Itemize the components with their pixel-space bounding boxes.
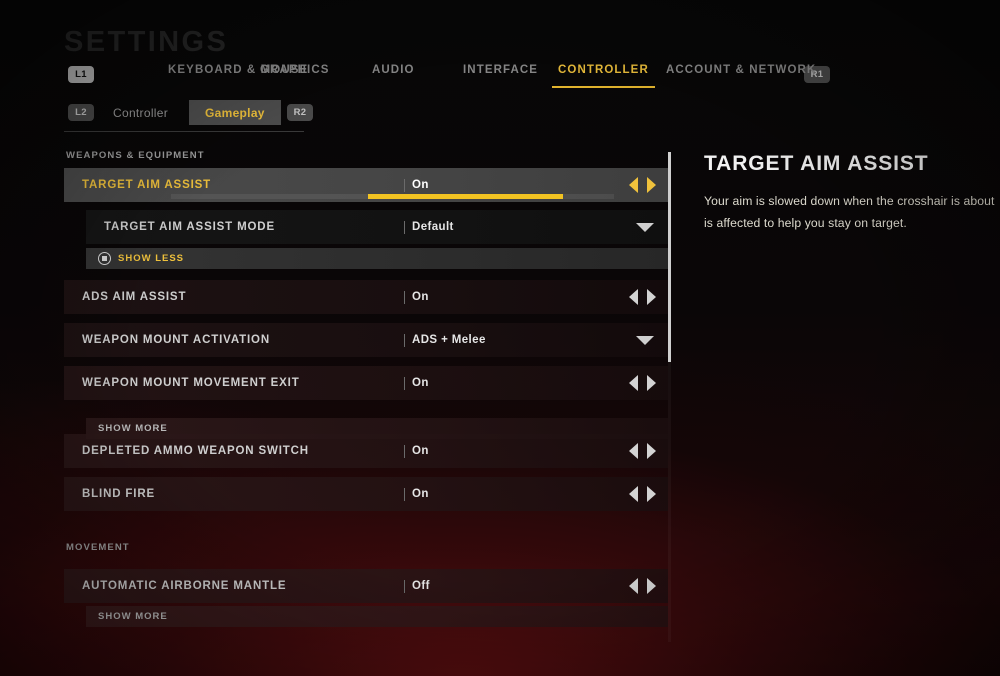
chevron-left-icon[interactable] bbox=[629, 177, 638, 193]
chevron-left-icon[interactable] bbox=[629, 375, 638, 391]
value-divider bbox=[404, 220, 405, 234]
show-less-target-aim-assist[interactable]: SHOW LESS bbox=[86, 248, 668, 269]
value-divider bbox=[404, 290, 405, 304]
setting-value: Default bbox=[412, 221, 454, 233]
page-title: SETTINGS bbox=[64, 26, 229, 58]
setting-label: TARGET AIM ASSIST bbox=[82, 179, 212, 191]
chevron-down-icon[interactable] bbox=[636, 335, 654, 345]
value-stepper bbox=[629, 486, 656, 502]
value-stepper bbox=[629, 443, 656, 459]
main-tab-controller[interactable]: CONTROLLER bbox=[552, 64, 655, 88]
chevron-right-icon[interactable] bbox=[647, 443, 656, 459]
settings-scrollbar-thumb[interactable] bbox=[668, 152, 671, 362]
settings-screen: SETTINGS L1 R1 KEYBOARD & MOUSE GRAPHICS A… bbox=[0, 0, 1000, 676]
value-stepper bbox=[629, 177, 656, 193]
setting-value-group: On bbox=[404, 280, 429, 314]
value-divider bbox=[404, 444, 405, 458]
settings-list: WEAPONS & EQUIPMENT MOVEMENT TARGET AIM AS… bbox=[64, 150, 668, 642]
sub-tab-gameplay[interactable]: Gameplay bbox=[189, 100, 281, 125]
setting-value: On bbox=[412, 445, 429, 457]
sub-tab-divider bbox=[64, 131, 304, 132]
setting-value: Off bbox=[412, 580, 430, 592]
value-divider bbox=[404, 178, 405, 192]
value-stepper bbox=[629, 578, 656, 594]
sub-tab-controller-label: Controller bbox=[113, 105, 169, 120]
setting-label: AUTOMATIC AIRBORNE MANTLE bbox=[82, 580, 287, 592]
value-divider bbox=[404, 487, 405, 501]
main-tab-audio[interactable]: AUDIO bbox=[372, 64, 415, 83]
setting-value: ADS + Melee bbox=[412, 334, 486, 346]
sub-tab-bar: L2 Controller Gameplay R2 bbox=[64, 100, 314, 126]
chevron-right-icon[interactable] bbox=[647, 177, 656, 193]
setting-label: WEAPON MOUNT ACTIVATION bbox=[82, 334, 270, 346]
setting-value-group: ADS + Melee bbox=[404, 323, 486, 357]
expander-label: SHOW MORE bbox=[98, 611, 168, 622]
chevron-down-icon[interactable] bbox=[636, 222, 654, 232]
setting-row-depleted-ammo-weapon-switch[interactable]: DEPLETED AMMO WEAPON SWITCH On bbox=[64, 434, 668, 468]
setting-row-weapon-mount-movement-exit[interactable]: WEAPON MOUNT MOVEMENT EXIT On bbox=[64, 366, 668, 400]
show-more-movement[interactable]: SHOW MORE bbox=[86, 606, 668, 627]
setting-row-ads-aim-assist[interactable]: ADS AIM ASSIST On bbox=[64, 280, 668, 314]
setting-row-target-aim-assist[interactable]: TARGET AIM ASSIST On bbox=[64, 168, 668, 202]
setting-value-group: On bbox=[404, 477, 429, 511]
value-divider bbox=[404, 579, 405, 593]
detail-description: Your aim is slowed down when the crossha… bbox=[704, 190, 1000, 234]
stop-square-glyph bbox=[102, 256, 107, 261]
value-divider bbox=[404, 376, 405, 390]
setting-value: On bbox=[412, 488, 429, 500]
setting-label: TARGET AIM ASSIST MODE bbox=[104, 221, 275, 233]
detail-panel: TARGET AIM ASSIST Your aim is slowed dow… bbox=[704, 152, 1000, 234]
value-stepper bbox=[629, 289, 656, 305]
chevron-right-icon[interactable] bbox=[647, 486, 656, 502]
chevron-right-icon[interactable] bbox=[647, 375, 656, 391]
value-divider bbox=[404, 333, 405, 347]
setting-row-target-aim-assist-mode[interactable]: TARGET AIM ASSIST MODE Default bbox=[86, 210, 668, 244]
sub-tab-controller[interactable]: Controller bbox=[113, 100, 168, 125]
setting-row-blind-fire[interactable]: BLIND FIRE On bbox=[64, 477, 668, 511]
setting-value-group: On bbox=[404, 434, 429, 468]
chevron-right-icon[interactable] bbox=[647, 289, 656, 305]
show-more-weapon-mount[interactable]: SHOW MORE bbox=[86, 418, 668, 439]
chevron-left-icon[interactable] bbox=[629, 443, 638, 459]
value-stepper bbox=[629, 375, 656, 391]
chevron-left-icon[interactable] bbox=[629, 578, 638, 594]
stop-circle-icon bbox=[98, 252, 111, 265]
chevron-right-icon[interactable] bbox=[647, 578, 656, 594]
section-header: WEAPONS & EQUIPMENT bbox=[66, 150, 205, 161]
detail-title: TARGET AIM ASSIST bbox=[704, 152, 929, 175]
main-tab-graphics[interactable]: GRAPHICS bbox=[260, 64, 330, 83]
setting-value-group: Default bbox=[404, 210, 454, 244]
setting-value-group: Off bbox=[404, 569, 430, 603]
expander-label: SHOW MORE bbox=[98, 423, 168, 434]
value-slider-fill bbox=[368, 194, 564, 199]
main-tab-account-network[interactable]: ACCOUNT & NETWORK bbox=[666, 64, 816, 83]
chevron-left-icon[interactable] bbox=[629, 289, 638, 305]
l2-trigger-badge[interactable]: L2 bbox=[68, 104, 94, 121]
setting-label: ADS AIM ASSIST bbox=[82, 291, 187, 303]
expander-label: SHOW LESS bbox=[118, 253, 185, 264]
main-tab-bar: L1 R1 KEYBOARD & MOUSE GRAPHICS AUDIO INTER… bbox=[64, 62, 854, 90]
value-slider-track[interactable] bbox=[171, 194, 614, 199]
setting-label: BLIND FIRE bbox=[82, 488, 156, 500]
setting-row-automatic-airborne-mantle[interactable]: AUTOMATIC AIRBORNE MANTLE Off bbox=[64, 569, 668, 603]
setting-label: DEPLETED AMMO WEAPON SWITCH bbox=[82, 445, 309, 457]
setting-label: WEAPON MOUNT MOVEMENT EXIT bbox=[82, 377, 300, 389]
main-tab-interface[interactable]: INTERFACE bbox=[463, 64, 538, 83]
detail-description-line-1: Your aim is slowed down when the crossha… bbox=[704, 194, 995, 208]
chevron-left-icon[interactable] bbox=[629, 486, 638, 502]
l1-bumper-badge[interactable]: L1 bbox=[68, 66, 94, 83]
setting-row-weapon-mount-activation[interactable]: WEAPON MOUNT ACTIVATION ADS + Melee bbox=[64, 323, 668, 357]
setting-value-group: On bbox=[404, 366, 429, 400]
r2-trigger-badge[interactable]: R2 bbox=[287, 104, 313, 121]
section-header: MOVEMENT bbox=[66, 542, 130, 553]
detail-description-line-2: is affected to help you stay on target. bbox=[704, 216, 907, 230]
setting-value: On bbox=[412, 179, 429, 191]
setting-value: On bbox=[412, 377, 429, 389]
setting-value: On bbox=[412, 291, 429, 303]
sub-tab-gameplay-label: Gameplay bbox=[205, 105, 265, 120]
